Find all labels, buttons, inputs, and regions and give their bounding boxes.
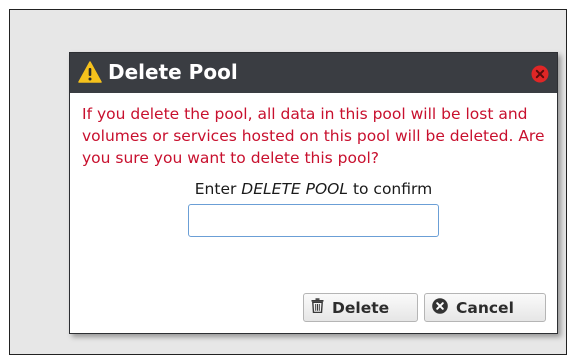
delete-button-label: Delete xyxy=(332,298,390,317)
confirm-instruction: Enter DELETE POOL to confirm xyxy=(70,179,557,199)
dialog-title-bar: Delete Pool xyxy=(70,53,557,93)
trash-icon xyxy=(311,298,324,317)
dialog-title: Delete Pool xyxy=(108,60,238,84)
close-icon[interactable] xyxy=(531,65,549,83)
warning-message: If you delete the pool, all data in this… xyxy=(82,105,545,167)
delete-pool-dialog: Delete Pool If you delete the pool, all … xyxy=(69,52,558,334)
cancel-icon xyxy=(432,297,448,318)
confirm-input[interactable] xyxy=(188,204,439,237)
confirm-keyword: DELETE POOL xyxy=(241,180,349,198)
confirm-prefix: Enter xyxy=(194,180,242,198)
cancel-button-label: Cancel xyxy=(456,298,514,317)
modal-backdrop: Delete Pool If you delete the pool, all … xyxy=(9,9,567,355)
dialog-button-bar: Delete Cancel xyxy=(303,293,546,322)
confirm-suffix: to confirm xyxy=(348,180,433,198)
cancel-button[interactable]: Cancel xyxy=(424,293,546,322)
warning-icon xyxy=(78,61,102,83)
delete-button[interactable]: Delete xyxy=(303,293,418,322)
